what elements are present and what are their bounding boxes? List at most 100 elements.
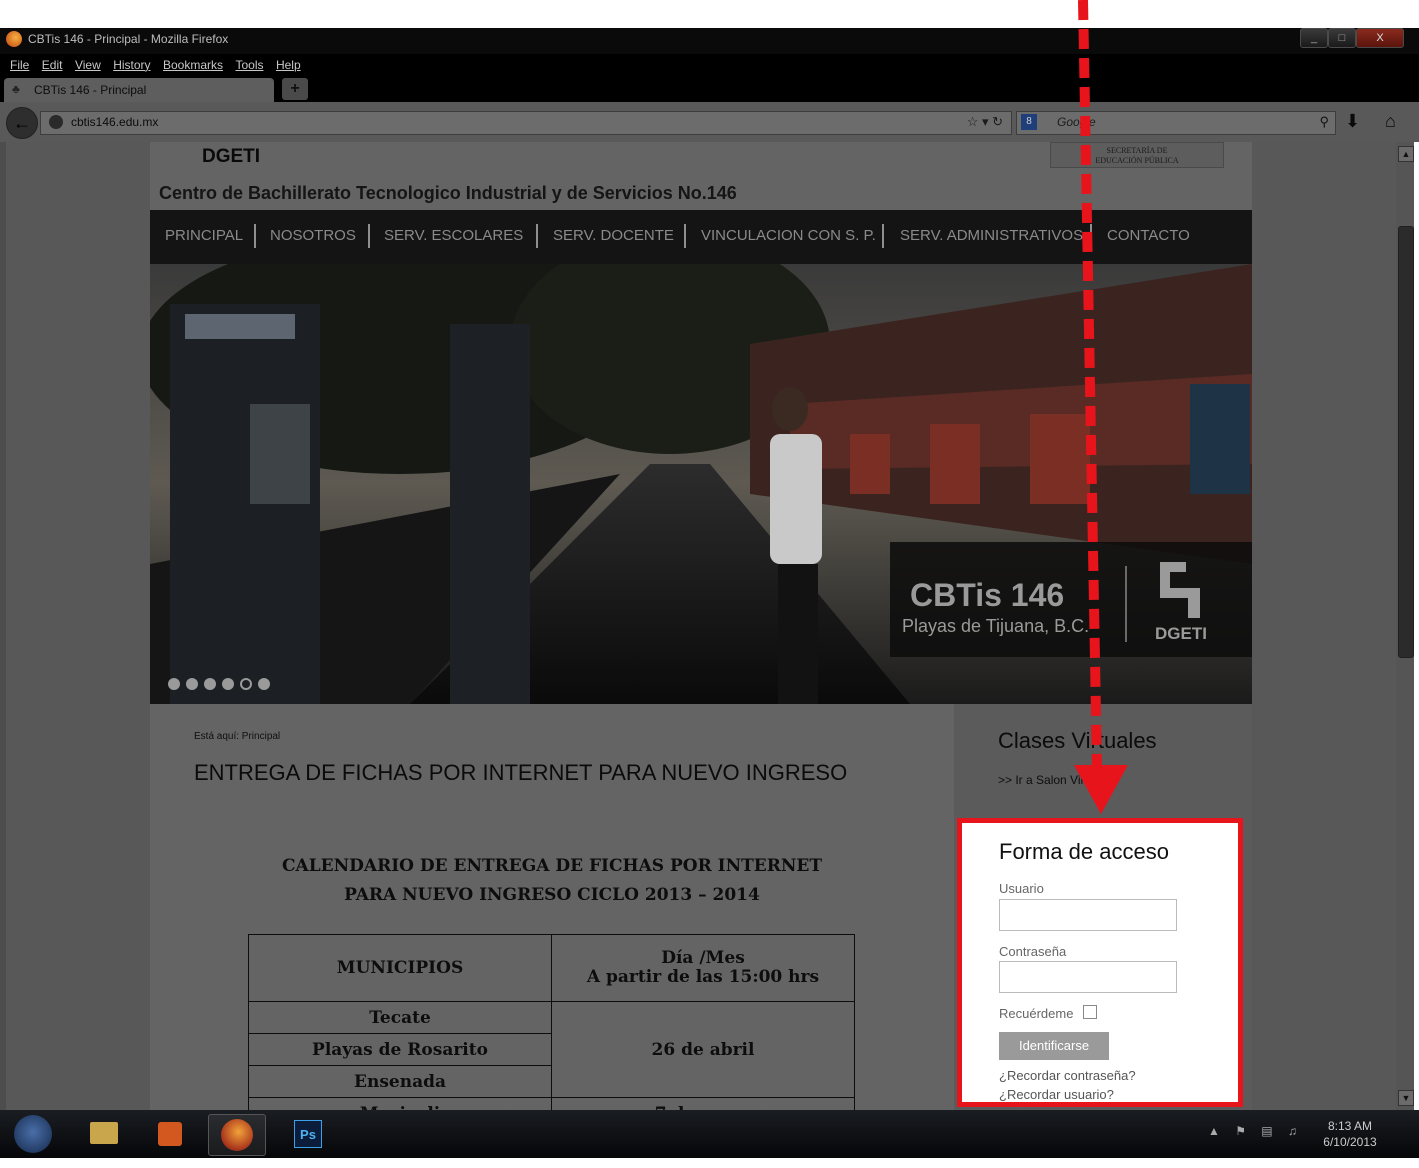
- table-header-fecha: Día /Mes A partir de las 15:00 hrs: [551, 934, 855, 1002]
- clock-time: 8:13 AM: [1327, 1119, 1373, 1133]
- table-cell-municipio: Mexicali: [248, 1097, 552, 1110]
- window-title: CBTis 146 - Principal - Mozilla Firefox: [28, 32, 229, 46]
- scroll-down-arrow-icon[interactable]: ▼: [1398, 1090, 1414, 1106]
- search-icon[interactable]: ⚲: [1319, 114, 1329, 130]
- slider-caption-subtitle: Playas de Tijuana, B.C.: [902, 616, 1089, 636]
- search-bar[interactable]: 8 Google ⚲: [1016, 111, 1336, 135]
- nav-divider: [684, 224, 686, 248]
- table-row: Mexicali 7 de mayo: [248, 1097, 855, 1110]
- menu-tools[interactable]: Tools: [235, 58, 263, 72]
- slider-photo: CBTis 146 Playas de Tijuana, B.C. DGETI: [150, 264, 1252, 704]
- nav-divider: [882, 224, 884, 248]
- navigation-toolbar: ← cbtis146.edu.mx ☆ ▾ ↻ 8 Google ⚲ ⬇ ⌂: [0, 102, 1419, 142]
- google-icon[interactable]: 8: [1021, 114, 1037, 130]
- search-placeholder: Google: [1057, 115, 1096, 129]
- username-label: Usuario: [999, 881, 1044, 896]
- menu-file[interactable]: File: [10, 58, 29, 72]
- firefox-taskbar-button[interactable]: [208, 1114, 266, 1156]
- address-bar[interactable]: cbtis146.edu.mx ☆ ▾ ↻: [40, 111, 1012, 135]
- menu-history[interactable]: History: [113, 58, 150, 72]
- table-cell-municipio: Playas de Rosarito: [248, 1033, 552, 1066]
- globe-icon: [49, 115, 63, 129]
- slider-dot[interactable]: [258, 678, 270, 690]
- remember-label: Recuérdeme: [999, 1006, 1074, 1021]
- tab-principal[interactable]: ♣ CBTis 146 - Principal: [4, 78, 274, 102]
- calendar-title: CALENDARIO DE ENTREGA DE FICHAS POR INTE…: [150, 852, 954, 910]
- explorer-taskbar-button[interactable]: [76, 1114, 132, 1154]
- remember-checkbox[interactable]: [1083, 1005, 1097, 1019]
- nav-principal[interactable]: PRINCIPAL: [165, 227, 243, 244]
- nav-divider: [368, 224, 370, 248]
- menu-help[interactable]: Help: [276, 58, 301, 72]
- table-header-fecha-line1: Día /Mes: [661, 948, 745, 968]
- menu-bar: File Edit View History Bookmarks Tools H…: [0, 54, 1419, 76]
- password-input[interactable]: [999, 961, 1177, 993]
- bookmark-star-icon[interactable]: ☆ ▾ ↻: [967, 114, 1003, 130]
- forgot-password-link[interactable]: ¿Recordar contraseña?: [999, 1068, 1136, 1083]
- table-header-fecha-line2: A partir de las 15:00 hrs: [586, 967, 820, 987]
- clock-date: 6/10/2013: [1323, 1135, 1377, 1149]
- nav-contacto[interactable]: CONTACTO: [1107, 227, 1190, 244]
- menu-view[interactable]: View: [75, 58, 101, 72]
- slider-dot[interactable]: [168, 678, 180, 690]
- minimize-button[interactable]: _: [1300, 28, 1328, 48]
- url-text: cbtis146.edu.mx: [71, 115, 159, 129]
- start-button[interactable]: [14, 1115, 52, 1153]
- nav-vinculacion[interactable]: VINCULACION CON S. P.: [701, 227, 876, 244]
- home-icon[interactable]: ⌂: [1385, 111, 1396, 132]
- photoshop-taskbar-button[interactable]: Ps: [280, 1114, 336, 1154]
- menu-edit[interactable]: Edit: [42, 58, 63, 72]
- site-header: DGETI SECRETARÍA DE EDUCACIÓN PÚBLICA Ce…: [150, 142, 1252, 264]
- photoshop-icon: Ps: [294, 1120, 322, 1148]
- login-title: Forma de acceso: [999, 839, 1169, 864]
- dgeti-logo[interactable]: DGETI: [202, 146, 260, 168]
- tab-bar: ♣ CBTis 146 - Principal +: [0, 76, 1419, 102]
- sep-logo-line1: SECRETARÍA DE: [1106, 146, 1168, 155]
- bottom-strip: [0, 1158, 1419, 1168]
- article-content: Está aquí: Principal ENTREGA DE FICHAS P…: [150, 704, 954, 1110]
- page-scrollbar[interactable]: ▲ ▼: [1396, 142, 1414, 1110]
- calendar-title-line1: CALENDARIO DE ENTREGA DE FICHAS POR INTE…: [281, 856, 822, 876]
- download-icon[interactable]: ⬇: [1345, 111, 1360, 132]
- media-player-taskbar-button[interactable]: [142, 1114, 198, 1154]
- slider-dot[interactable]: [186, 678, 198, 690]
- sep-logo[interactable]: SECRETARÍA DE EDUCACIÓN PÚBLICA: [1050, 142, 1224, 168]
- back-button[interactable]: ←: [6, 107, 38, 139]
- nav-serv-escolares[interactable]: SERV. ESCOLARES: [384, 227, 523, 244]
- slider-dot[interactable]: [222, 678, 234, 690]
- folder-icon: [90, 1122, 118, 1144]
- new-tab-button[interactable]: +: [282, 78, 308, 100]
- scroll-up-arrow-icon[interactable]: ▲: [1398, 146, 1414, 162]
- nav-divider: [1090, 224, 1092, 248]
- table-cell-municipio: Tecate: [248, 1001, 552, 1034]
- windows-taskbar: Ps ▲ ⚑ ▤ ♫ 8:13 AM 6/10/2013: [0, 1110, 1419, 1158]
- table-cell-date: 26 de abril: [551, 1001, 855, 1098]
- table-cell-municipio: Ensenada: [248, 1065, 552, 1098]
- tab-label: CBTis 146 - Principal: [34, 83, 147, 97]
- clases-virtuales-heading: Clases Virtuales: [998, 728, 1157, 753]
- username-input[interactable]: [999, 899, 1177, 931]
- menu-bookmarks[interactable]: Bookmarks: [163, 58, 223, 72]
- sep-logo-line2: EDUCACIÓN PÚBLICA: [1095, 156, 1179, 165]
- slider-caption-title: CBTis 146: [910, 577, 1064, 613]
- nav-serv-administrativos[interactable]: SERV. ADMINISTRATIVOS: [900, 227, 1083, 244]
- system-tray-icons[interactable]: ▲ ⚑ ▤ ♫: [1208, 1124, 1303, 1138]
- window-titlebar: CBTis 146 - Principal - Mozilla Firefox …: [0, 28, 1419, 54]
- slider-dot[interactable]: [204, 678, 216, 690]
- close-button[interactable]: X: [1356, 28, 1404, 48]
- nav-serv-docente[interactable]: SERV. DOCENTE: [553, 227, 674, 244]
- nav-nosotros[interactable]: NOSOTROS: [270, 227, 356, 244]
- nav-divider: [254, 224, 256, 248]
- login-button[interactable]: Identificarse: [999, 1032, 1109, 1060]
- forgot-username-link[interactable]: ¿Recordar usuario?: [999, 1087, 1114, 1102]
- calendar-title-line2: PARA NUEVO INGRESO CICLO 2013 – 2014: [344, 885, 760, 905]
- scrollbar-thumb[interactable]: [1398, 226, 1414, 658]
- main-navigation: PRINCIPAL NOSOTROS SERV. ESCOLARES SERV.…: [150, 210, 1252, 264]
- salon-virtual-link[interactable]: >> Ir a Salon Virtual: [998, 773, 1104, 787]
- maximize-button[interactable]: □: [1328, 28, 1356, 48]
- media-player-icon: [158, 1122, 182, 1146]
- nav-divider: [536, 224, 538, 248]
- article-title[interactable]: ENTREGA DE FICHAS POR INTERNET PARA NUEV…: [194, 760, 874, 786]
- image-slider[interactable]: CBTis 146 Playas de Tijuana, B.C. DGETI: [150, 264, 1252, 704]
- taskbar-clock[interactable]: 8:13 AM 6/10/2013: [1320, 1118, 1380, 1150]
